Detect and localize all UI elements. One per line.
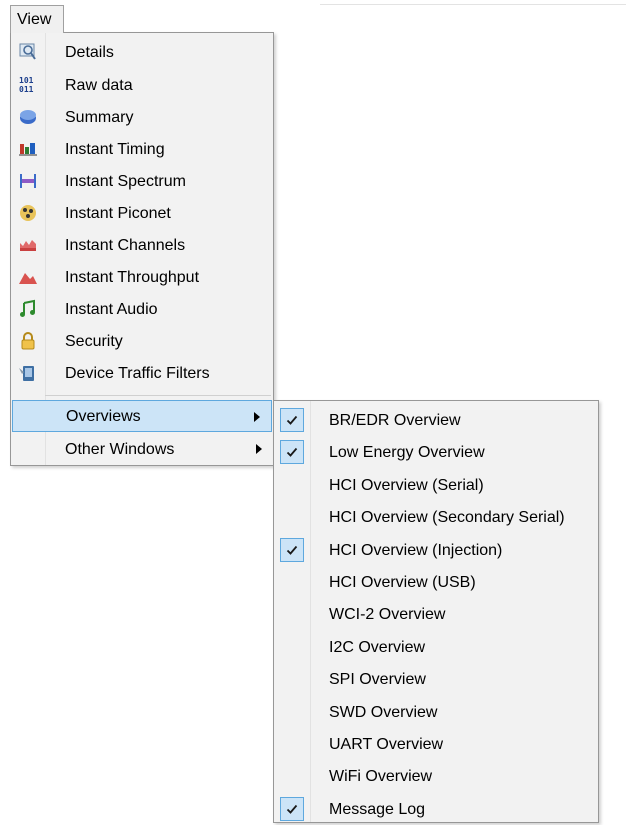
submenu-item-label: BR/EDR Overview [329,412,461,429]
menu-item-label: Device Traffic Filters [65,365,210,382]
submenu-item-label: Message Log [329,800,426,818]
menu-item-label: Raw data [65,77,133,94]
device-filter-icon [18,363,38,383]
menu-item-summary[interactable]: Summary [11,101,273,133]
svg-text:011: 011 [19,85,34,94]
menu-item-instant-spectrum[interactable]: Instant Spectrum [11,165,273,197]
instant-piconet-icon [18,203,38,223]
instant-timing-icon [18,139,38,159]
menu-item-other-windows[interactable]: Other Windows [11,433,273,465]
checkmark-icon [280,440,304,465]
submenu-item-hci-overview-secondary-serial[interactable]: HCI Overview (Secondary Serial) [274,501,598,533]
submenu-item-label: HCI Overview (Serial) [329,476,484,494]
submenu-item-swd-overview[interactable]: SWD Overview [274,696,598,728]
submenu-item-low-energy-overview[interactable]: Low Energy Overview [274,436,598,468]
submenu-arrow-icon [256,444,262,454]
checkmark-icon [280,796,304,821]
menu-item-label: Summary [65,109,134,126]
view-menu-tab[interactable]: View [10,5,64,33]
menu-item-raw-data[interactable]: 101 011 Raw data [11,69,273,101]
menu-item-device-traffic-filters[interactable]: Device Traffic Filters [11,357,273,389]
menu-item-label: Security [65,333,123,350]
menu-item-label: Instant Channels [65,237,186,254]
menu-separator [45,395,271,396]
submenu-item-label: HCI Overview (USB) [329,574,476,591]
menu-item-label: Instant Piconet [65,205,171,222]
submenu-item-label: SPI Overview [329,671,426,689]
submenu-item-label: HCI Overview (Secondary Serial) [329,509,565,527]
submenu-item-label: Low Energy Overview [329,444,485,462]
submenu-item-hci-overview-injection[interactable]: HCI Overview (Injection) [274,534,598,566]
submenu-item-wifi-overview[interactable]: WiFi Overview [274,760,598,792]
view-menu: Details 101 011 Raw data Summary Instant … [10,32,274,466]
submenu-item-br-edr-overview[interactable]: BR/EDR Overview [274,404,598,436]
menu-item-label: Details [65,44,114,61]
menu-item-instant-timing[interactable]: Instant Timing [11,133,273,165]
menu-item-instant-channels[interactable]: Instant Channels [11,229,273,261]
submenu-item-hci-overview-usb[interactable]: HCI Overview (USB) [274,566,598,598]
menu-item-overviews[interactable]: Overviews [12,400,272,432]
details-icon [18,42,38,62]
menu-item-security[interactable]: Security [11,325,273,357]
lock-icon [18,331,38,351]
menu-item-instant-audio[interactable]: Instant Audio [11,293,273,325]
menu-item-label: Instant Audio [65,301,158,318]
submenu-item-label: WiFi Overview [329,768,433,786]
svg-text:101: 101 [19,76,34,85]
submenu-item-hci-overview-serial[interactable]: HCI Overview (Serial) [274,469,598,501]
submenu-item-label: UART Overview [329,736,444,753]
menu-item-label: Other Windows [65,441,175,458]
submenu-item-label: I2C Overview [329,638,426,656]
menu-item-label: Instant Throughput [65,269,200,286]
window-edge [320,4,626,5]
submenu-item-label: SWD Overview [329,703,438,721]
instant-spectrum-icon [18,171,38,191]
submenu-item-wci-2-overview[interactable]: WCI-2 Overview [274,598,598,630]
summary-icon [18,107,38,127]
submenu-item-spi-overview[interactable]: SPI Overview [274,663,598,695]
submenu-item-i2c-overview[interactable]: I2C Overview [274,631,598,663]
submenu-item-label: HCI Overview (Injection) [329,541,503,559]
checkmark-icon [280,537,304,562]
view-menu-label: View [17,11,52,28]
menu-item-instant-piconet[interactable]: Instant Piconet [11,197,273,229]
menu-item-label: Overviews [66,408,141,425]
overviews-submenu: BR/EDR Overview Low Energy Overview HCI Ov… [273,400,599,823]
menu-item-details[interactable]: Details [11,36,273,68]
submenu-arrow-icon [254,412,260,422]
checkmark-icon [280,408,304,432]
submenu-item-uart-overview[interactable]: UART Overview [274,728,598,760]
menu-item-label: Instant Spectrum [65,173,186,190]
submenu-item-message-log[interactable]: Message Log [274,793,598,825]
instant-channels-icon [18,235,38,255]
menu-item-instant-throughput[interactable]: Instant Throughput [11,261,273,293]
menu-item-label: Instant Timing [65,141,165,158]
instant-throughput-icon [18,267,38,287]
submenu-item-label: WCI-2 Overview [329,606,446,624]
instant-audio-icon [18,299,38,319]
raw-data-icon: 101 011 [18,75,38,95]
